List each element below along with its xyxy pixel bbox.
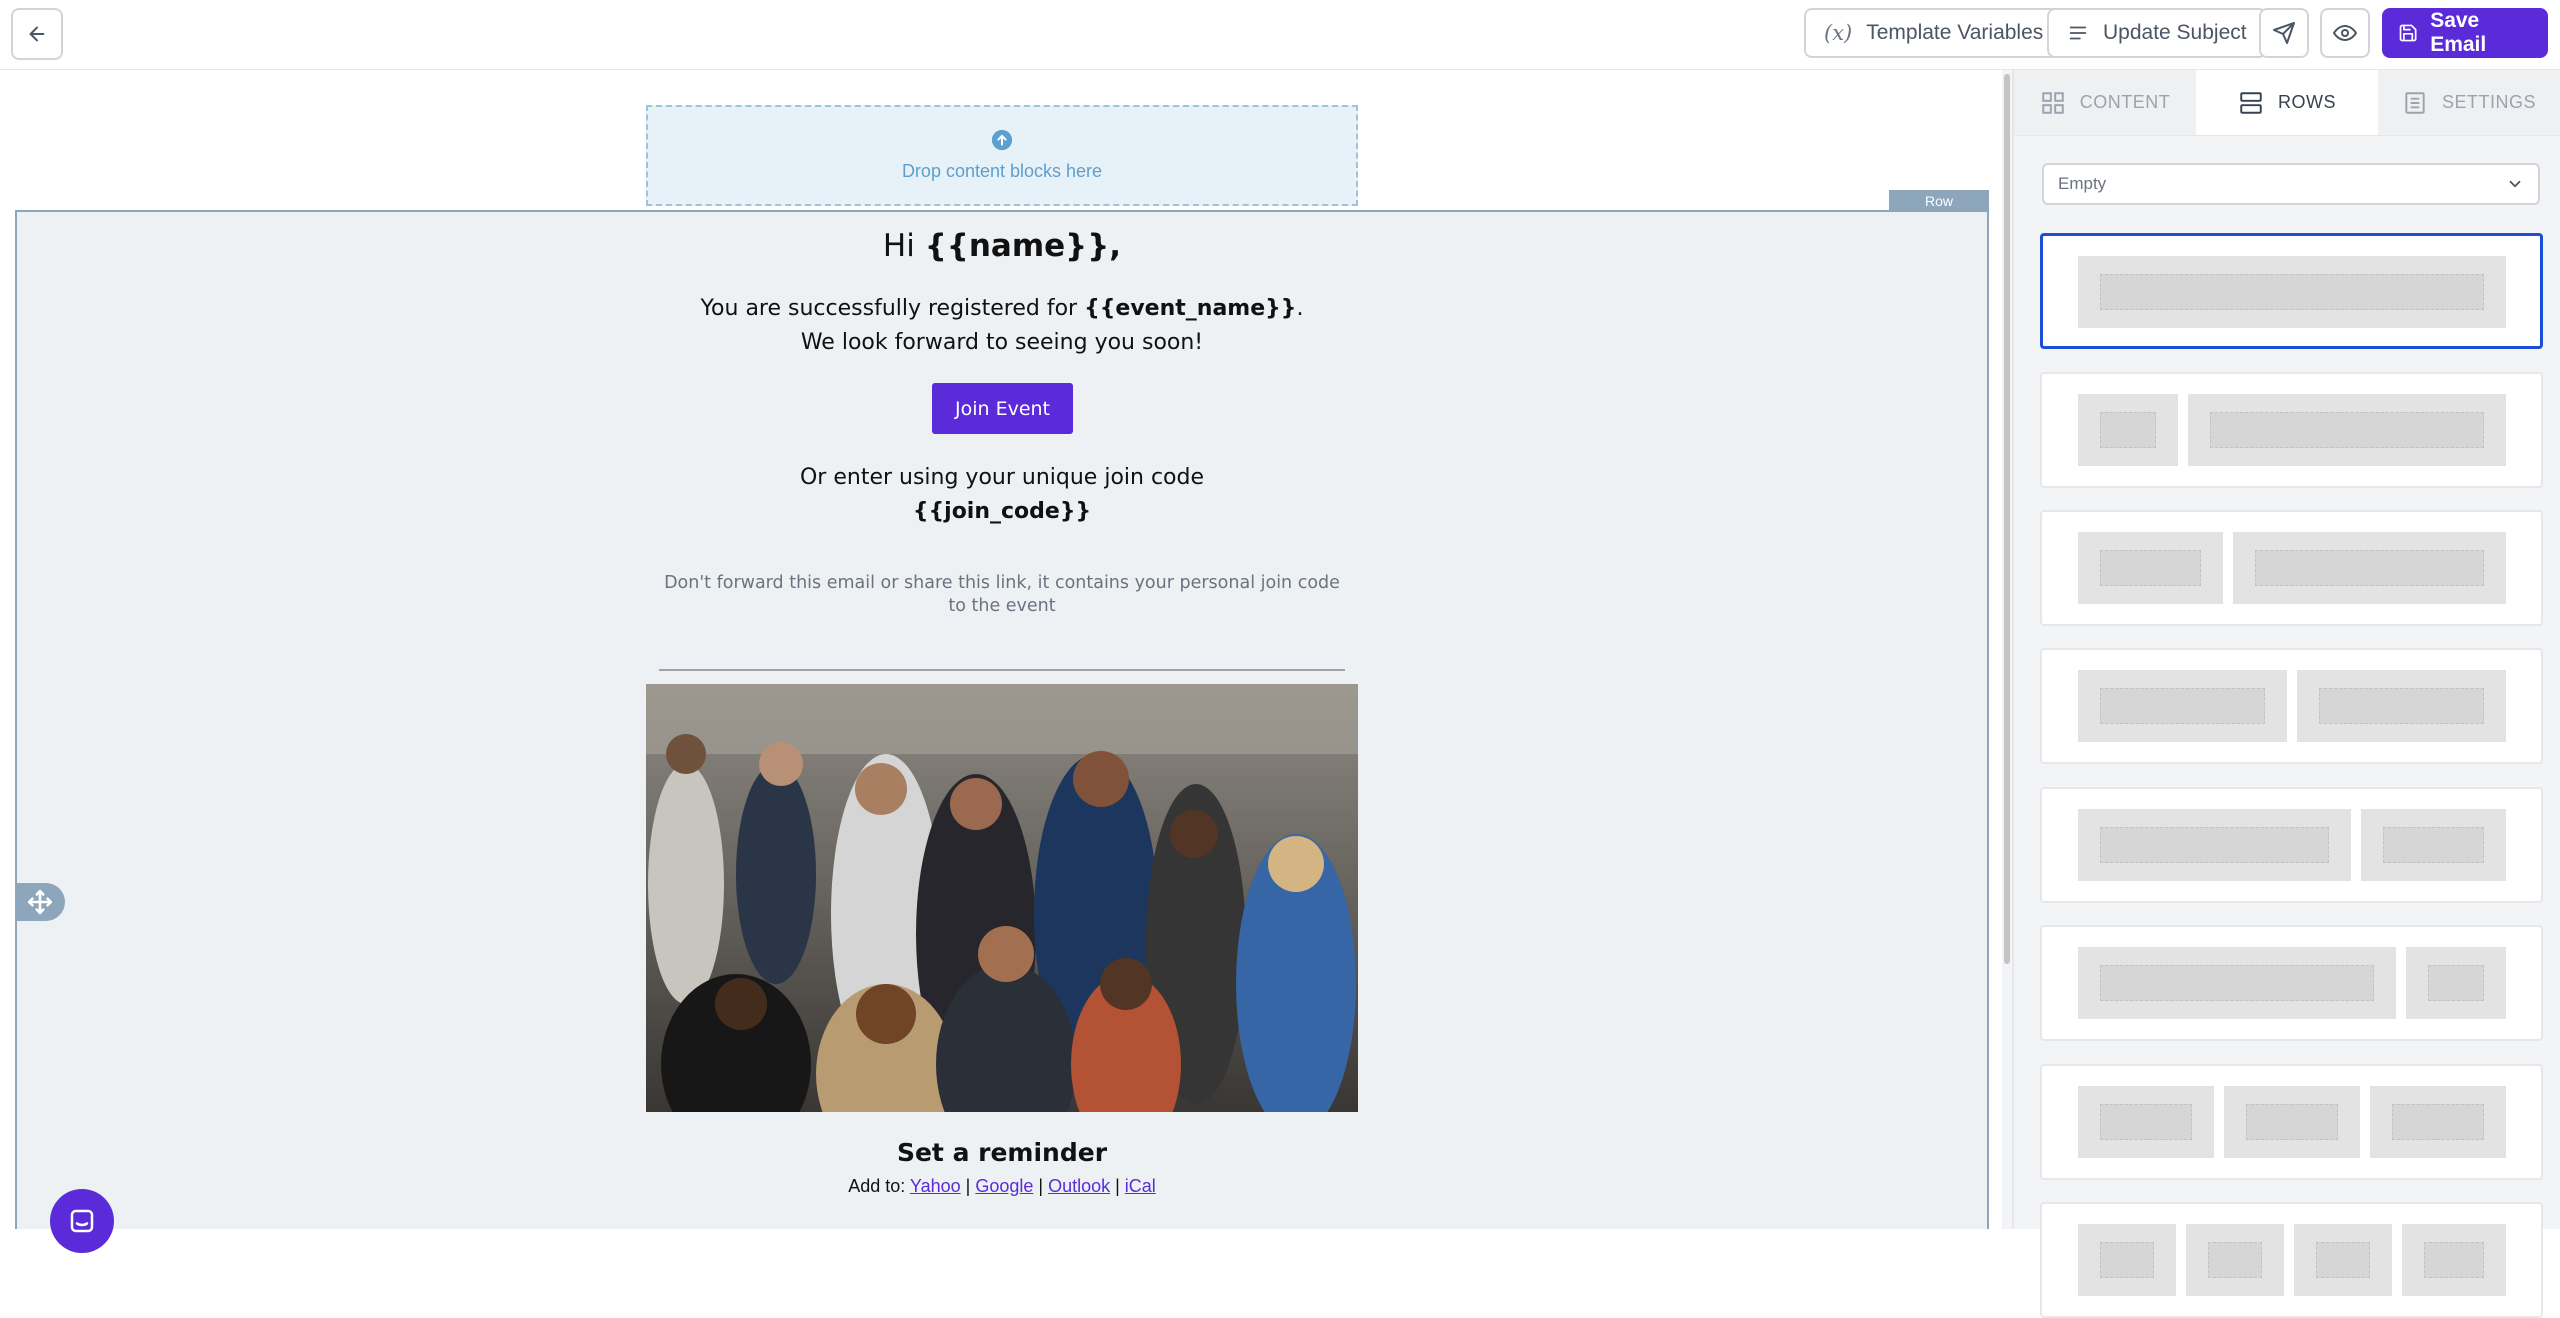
look-forward-text: We look forward to seeing you soon! (800, 330, 1204, 355)
tab-rows-label: ROWS (2278, 92, 2336, 112)
layout-column (2188, 394, 2506, 466)
preview-button[interactable] (2320, 8, 2370, 58)
eye-icon (2333, 24, 2357, 42)
layout-column (2361, 809, 2506, 881)
event-photo-image (646, 684, 1358, 1112)
layout-column (2078, 670, 2287, 742)
layout-column (2078, 532, 2223, 604)
join-code-intro: Or enter using your unique join code (799, 465, 1205, 490)
calendar-links[interactable]: Add to: Yahoo | Google | Outlook | iCal (646, 1176, 1358, 1197)
layout-column (2078, 809, 2351, 881)
tab-settings[interactable]: SETTINGS (2378, 70, 2560, 135)
registered-prefix: You are successfully registered for (700, 296, 1085, 321)
layout-option-1-1[interactable] (2040, 648, 2543, 764)
row-type-value: Empty (2058, 174, 2107, 193)
layout-option-2-1[interactable] (2040, 787, 2543, 903)
layout-column (2078, 256, 2506, 328)
registered-suffix: . (1296, 296, 1304, 321)
row-tag[interactable]: Row (1889, 190, 1989, 212)
link-separator: | (1033, 1176, 1049, 1196)
layout-option-3-col[interactable] (2040, 1064, 2543, 1180)
rows-icon (2240, 91, 2262, 114)
tab-content-label: CONTENT (2079, 92, 2171, 112)
move-row-handle[interactable] (15, 883, 65, 921)
top-toolbar: (x) Template Variables Update Subject Sa… (0, 0, 2560, 70)
update-subject-label: Update Subject (2103, 21, 2247, 44)
yahoo-link[interactable]: Yahoo (910, 1176, 961, 1196)
reminder-title[interactable]: Set a reminder (646, 1138, 1358, 1167)
name-variable: {{name}}, (924, 228, 1122, 264)
upload-arrow-icon (991, 129, 1013, 151)
layout-column (2402, 1224, 2506, 1296)
layout-column (2233, 532, 2506, 604)
event-name-variable: {{event_name}} (1084, 296, 1297, 321)
chevron-down-icon (2509, 180, 2521, 188)
save-email-label: Save Email (2430, 9, 2487, 56)
greeting[interactable]: Hi {{name}}, (646, 228, 1358, 264)
variables-icon: (x) (1824, 21, 1853, 45)
arrow-left-icon (29, 26, 45, 42)
template-variables-button[interactable]: (x) Template Variables (1804, 8, 2064, 58)
chat-icon (70, 1209, 94, 1233)
layout-option-3-1[interactable] (2040, 925, 2543, 1041)
join-code-text[interactable]: Or enter using your unique join code {{j… (646, 461, 1358, 529)
layout-column (2297, 670, 2506, 742)
tab-rows[interactable]: ROWS (2196, 70, 2378, 135)
join-event-button[interactable]: Join Event (932, 383, 1073, 434)
move-icon (27, 889, 53, 915)
drop-zone-text: Drop content blocks here (901, 161, 1103, 181)
update-subject-button[interactable]: Update Subject (2047, 8, 2267, 58)
grid-icon (2042, 91, 2064, 114)
right-panel: CONTENT ROWS SETTINGS Empty (2014, 70, 2560, 1318)
link-separator: | (1110, 1176, 1125, 1196)
tab-content[interactable]: CONTENT (2014, 70, 2196, 135)
layout-column (2078, 1086, 2214, 1158)
canvas-scrollbar-thumb[interactable] (2004, 74, 2010, 964)
layout-column (2078, 947, 2396, 1019)
add-to-label: Add to: (848, 1176, 906, 1196)
greeting-prefix: Hi (882, 228, 925, 264)
layout-column (2078, 1224, 2176, 1296)
link-separator: | (960, 1176, 976, 1196)
chat-launcher-button[interactable] (50, 1189, 114, 1253)
layout-option-1-col[interactable] (2040, 233, 2543, 349)
send-test-button[interactable] (2259, 8, 2309, 58)
layout-column (2370, 1086, 2506, 1158)
save-email-button[interactable]: Save Email (2382, 8, 2548, 58)
panel-tabs: CONTENT ROWS SETTINGS (2014, 70, 2560, 136)
save-icon (2399, 24, 2417, 42)
template-variables-label: Template Variables (1866, 21, 2044, 44)
layout-column (2294, 1224, 2392, 1296)
event-photo[interactable] (646, 684, 1358, 1112)
join-code-variable: {{join_code}} (912, 499, 1092, 524)
layout-column (2224, 1086, 2360, 1158)
google-link[interactable]: Google (975, 1176, 1033, 1196)
email-canvas[interactable]: Drop content blocks here Row Hi {{name}}… (0, 70, 2002, 1253)
registration-text[interactable]: You are successfully registered for {{ev… (646, 292, 1358, 360)
drop-zone[interactable]: Drop content blocks here (646, 105, 1358, 206)
layout-column (2078, 394, 2178, 466)
row-type-select[interactable]: Empty (2042, 163, 2540, 205)
divider (659, 669, 1345, 671)
send-icon (2273, 22, 2295, 44)
settings-icon (2405, 91, 2425, 114)
ical-link[interactable]: iCal (1125, 1176, 1156, 1196)
outlook-link[interactable]: Outlook (1048, 1176, 1110, 1196)
layout-column (2186, 1224, 2284, 1296)
layout-option-1-2[interactable] (2040, 510, 2543, 626)
tab-settings-label: SETTINGS (2441, 92, 2536, 112)
back-button[interactable] (11, 8, 63, 60)
forward-notice[interactable]: Don't forward this email or share this l… (656, 572, 1348, 618)
layout-option-4-col[interactable] (2040, 1202, 2543, 1318)
layout-column (2406, 947, 2506, 1019)
lines-icon (2069, 26, 2087, 40)
layout-option-1-3[interactable] (2040, 372, 2543, 488)
